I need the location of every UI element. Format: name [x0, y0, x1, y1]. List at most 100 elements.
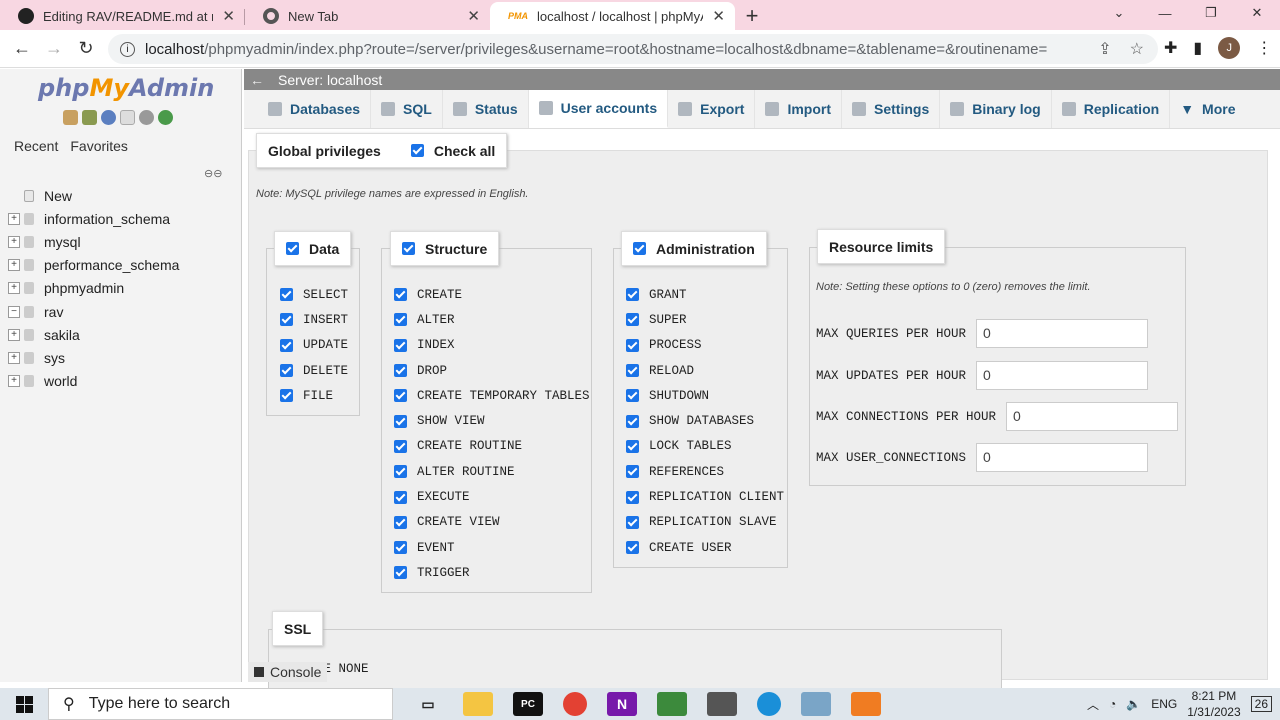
- tree-item-database[interactable]: − rav: [8, 300, 179, 323]
- privilege-checkbox[interactable]: PROCESS: [626, 333, 784, 358]
- menu-replication[interactable]: Replication: [1052, 90, 1171, 128]
- menu-status[interactable]: Status: [443, 90, 529, 128]
- paint-icon[interactable]: [801, 692, 831, 716]
- exit-icon[interactable]: [82, 110, 97, 125]
- home-icon[interactable]: [63, 110, 78, 125]
- menu-import[interactable]: Import: [755, 90, 843, 128]
- console-toggle[interactable]: Console: [248, 662, 328, 682]
- privilege-checkbox[interactable]: CREATE: [394, 282, 590, 307]
- nav-tab-recent[interactable]: Recent: [10, 137, 62, 155]
- menu-binary-log[interactable]: Binary log: [940, 90, 1052, 128]
- browser-tab-phpmyadmin[interactable]: PMA localhost / localhost | phpMyAdm ✕: [490, 2, 735, 30]
- close-tab-icon[interactable]: ✕: [712, 7, 725, 25]
- pycharm-icon[interactable]: PC: [513, 692, 543, 716]
- privilege-checkbox[interactable]: UPDATE: [280, 333, 348, 358]
- administration-legend[interactable]: Administration: [621, 231, 767, 266]
- privilege-checkbox[interactable]: INDEX: [394, 333, 590, 358]
- structure-legend[interactable]: Structure: [390, 231, 500, 266]
- privilege-checkbox[interactable]: CREATE ROUTINE: [394, 434, 590, 459]
- chrome-taskbar-icon[interactable]: [563, 692, 587, 716]
- privilege-checkbox[interactable]: ALTER: [394, 307, 590, 332]
- docs-icon[interactable]: [120, 110, 135, 125]
- link-icon[interactable]: ⊖⊖: [204, 167, 222, 180]
- privilege-checkbox[interactable]: CREATE USER: [626, 535, 784, 560]
- edge-icon[interactable]: [757, 692, 781, 716]
- tab-search-icon[interactable]: ⌄: [1096, 0, 1142, 26]
- privilege-checkbox[interactable]: SUPER: [626, 307, 784, 332]
- menu-databases[interactable]: Databases: [258, 90, 372, 128]
- max-queries-input[interactable]: 0: [976, 319, 1149, 348]
- privilege-checkbox[interactable]: REFERENCES: [626, 459, 784, 484]
- tree-item-database[interactable]: + performance_schema: [8, 254, 179, 277]
- sheets-icon[interactable]: [657, 692, 687, 716]
- menu-user-accounts[interactable]: User accounts: [528, 90, 669, 128]
- privilege-checkbox[interactable]: EVENT: [394, 535, 590, 560]
- network-icon[interactable]: ◔: [1109, 697, 1116, 711]
- tree-item-database[interactable]: + sys: [8, 346, 179, 369]
- privilege-checkbox[interactable]: GRANT: [626, 282, 784, 307]
- max-updates-input[interactable]: 0: [976, 361, 1149, 390]
- privilege-checkbox[interactable]: CREATE VIEW: [394, 510, 590, 535]
- reload-icon[interactable]: ↻: [70, 38, 102, 59]
- back-icon[interactable]: ←: [6, 38, 38, 59]
- privilege-checkbox[interactable]: EXECUTE: [394, 484, 590, 509]
- privilege-checkbox[interactable]: DELETE: [280, 358, 348, 383]
- privilege-checkbox[interactable]: RELOAD: [626, 358, 784, 383]
- side-panel-icon[interactable]: ▮: [1193, 38, 1202, 58]
- privilege-checkbox[interactable]: CREATE TEMPORARY TABLES: [394, 383, 590, 408]
- taskbar-search[interactable]: ⚲ Type here to search: [48, 688, 393, 720]
- file-explorer-icon[interactable]: [463, 692, 493, 716]
- menu-kebab-icon[interactable]: ⋮: [1256, 38, 1272, 58]
- privilege-checkbox[interactable]: SHOW DATABASES: [626, 408, 784, 433]
- check-all-checkbox[interactable]: [410, 144, 424, 157]
- start-button[interactable]: [0, 695, 48, 713]
- xampp-icon[interactable]: [851, 692, 881, 716]
- minimize-button[interactable]: —: [1142, 0, 1188, 26]
- privilege-checkbox[interactable]: ALTER ROUTINE: [394, 459, 590, 484]
- forward-icon[interactable]: →: [38, 38, 70, 59]
- tree-item-database[interactable]: + phpmyadmin: [8, 277, 179, 300]
- privilege-checkbox[interactable]: SHOW VIEW: [394, 408, 590, 433]
- task-view-icon[interactable]: ▭: [413, 692, 443, 716]
- restore-button[interactable]: ❐: [1188, 0, 1234, 26]
- browser-tab-newtab[interactable]: New Tab ✕: [245, 2, 490, 30]
- extensions-icon[interactable]: ✚: [1164, 38, 1177, 58]
- server-label[interactable]: Server: localhost: [278, 72, 382, 88]
- menu-sql[interactable]: SQL: [371, 90, 443, 128]
- volume-icon[interactable]: 🔈: [1126, 697, 1141, 711]
- calculator-icon[interactable]: [707, 692, 737, 716]
- max-connections-input[interactable]: 0: [1006, 402, 1179, 431]
- refresh-icon[interactable]: [158, 110, 173, 125]
- url-bar[interactable]: i localhost/phpmyadmin/index.php?route=/…: [108, 34, 1158, 64]
- menu-more[interactable]: ▼ More: [1170, 90, 1245, 128]
- tree-item-database[interactable]: + world: [8, 370, 179, 393]
- menu-settings[interactable]: Settings: [842, 90, 941, 128]
- privilege-checkbox[interactable]: SELECT: [280, 282, 348, 307]
- tree-item-new[interactable]: New: [8, 184, 179, 207]
- info-icon[interactable]: i: [120, 41, 135, 57]
- profile-avatar[interactable]: J: [1218, 37, 1241, 59]
- phpmyadmin-logo[interactable]: phpMyAdmin: [38, 74, 214, 102]
- privilege-checkbox[interactable]: FILE: [280, 383, 348, 408]
- new-tab-button[interactable]: +: [735, 2, 769, 30]
- show-hidden-icons[interactable]: ︿: [1087, 696, 1099, 713]
- tree-item-database[interactable]: + information_schema: [8, 207, 179, 230]
- tree-item-database[interactable]: + mysql: [8, 230, 179, 253]
- privilege-checkbox[interactable]: TRIGGER: [394, 560, 590, 585]
- settings-icon[interactable]: [139, 110, 154, 125]
- browser-tab-github[interactable]: Editing RAV/README.md at mast ✕: [0, 2, 245, 30]
- onenote-icon[interactable]: N: [607, 692, 637, 716]
- clock[interactable]: 8:21 PM 1/31/2023: [1187, 688, 1240, 720]
- privilege-checkbox[interactable]: SHUTDOWN: [626, 383, 784, 408]
- privilege-checkbox[interactable]: DROP: [394, 358, 590, 383]
- menu-export[interactable]: Export: [668, 90, 756, 128]
- close-tab-icon[interactable]: ✕: [222, 7, 235, 25]
- privilege-checkbox[interactable]: REPLICATION SLAVE: [626, 510, 784, 535]
- max-user-connections-input[interactable]: 0: [976, 443, 1149, 472]
- privilege-checkbox[interactable]: INSERT: [280, 307, 348, 332]
- share-icon[interactable]: ⇪: [1098, 39, 1111, 59]
- close-window-button[interactable]: ✕: [1234, 0, 1280, 26]
- tree-item-database[interactable]: + sakila: [8, 323, 179, 346]
- language-indicator[interactable]: ENG: [1151, 697, 1177, 711]
- check-all-label[interactable]: Check all: [434, 143, 495, 159]
